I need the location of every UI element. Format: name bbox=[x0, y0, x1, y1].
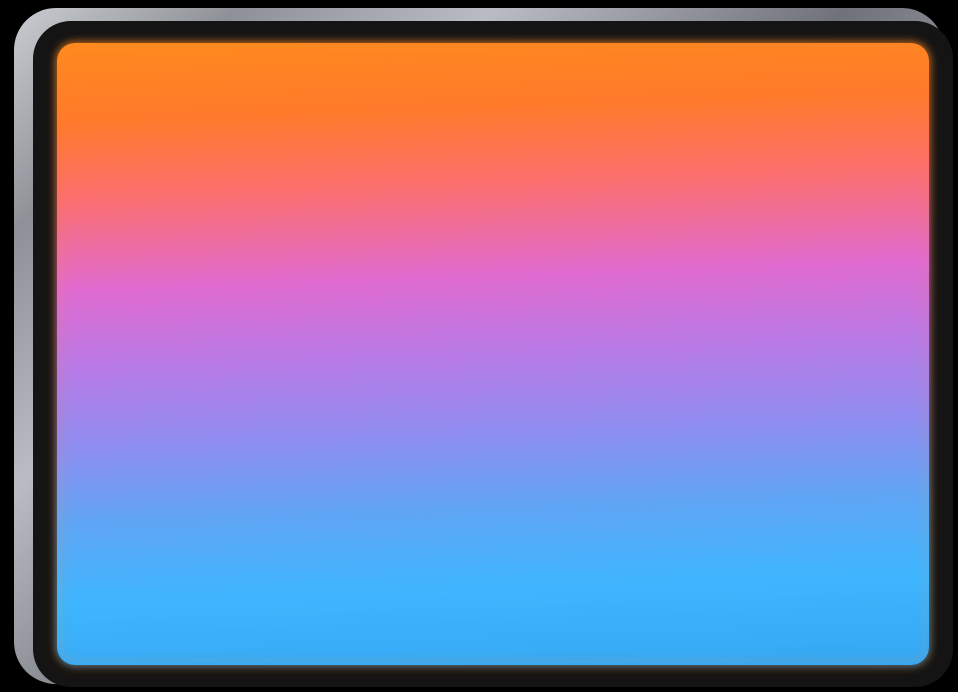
message-row: Yes, please! You read my mind. 😊 bbox=[255, 536, 723, 566]
message-bubble[interactable]: Yes, please! You read my mind. 😊 bbox=[255, 536, 481, 566]
message-row: Of course! bbox=[255, 450, 723, 481]
message-gap bbox=[255, 354, 723, 364]
plus-icon[interactable]: + bbox=[255, 584, 283, 612]
message-bubble[interactable]: I'm running late to the office… 😅 bbox=[255, 364, 471, 395]
message-bubble[interactable]: Of course! bbox=[639, 450, 723, 481]
ipad-screen: the aquarium. What do you Definitely. nk J… bbox=[59, 45, 927, 663]
siri-answer: To unsend a message, touch and hold the … bbox=[401, 161, 672, 258]
message-bubble[interactable]: Can you get me something? bbox=[255, 402, 442, 433]
message-bubble[interactable]: We could all d bbox=[255, 145, 361, 175]
done-button[interactable]: Done bbox=[257, 104, 293, 120]
siri-question: How do I unsend a message ✏︎ bbox=[401, 137, 574, 151]
message-bubble[interactable]: I was just about to! bbox=[590, 316, 723, 347]
message-gap bbox=[255, 526, 723, 536]
siri-source-label: iPad User Guide bbox=[404, 275, 474, 287]
siri-source[interactable]: iPad User Guide bbox=[401, 276, 679, 287]
message-composer: + iMessage bbox=[239, 571, 739, 625]
message-row: Can you get me something? bbox=[255, 402, 723, 433]
message-row: I was just about to! bbox=[255, 316, 723, 347]
message-input-field[interactable]: iMessage bbox=[293, 583, 723, 613]
message-gap bbox=[255, 440, 723, 450]
message-input-placeholder: iMessage bbox=[306, 591, 360, 605]
siri-answer-card[interactable]: How do I unsend a message ✏︎ To unsend a… bbox=[384, 121, 696, 299]
message-row: How about a croissant? 🥐 bbox=[255, 488, 723, 519]
microphone-icon[interactable] bbox=[699, 590, 711, 612]
message-bubble[interactable]: How about a croissant? 🥐 bbox=[543, 488, 723, 519]
message-gap bbox=[255, 307, 723, 317]
ipad-device-frame: the aquarium. What do you Definitely. nk J… bbox=[14, 8, 953, 687]
video-camera-icon[interactable] bbox=[698, 100, 721, 121]
message-row: I'm running late to the office… 😅 bbox=[255, 364, 723, 395]
